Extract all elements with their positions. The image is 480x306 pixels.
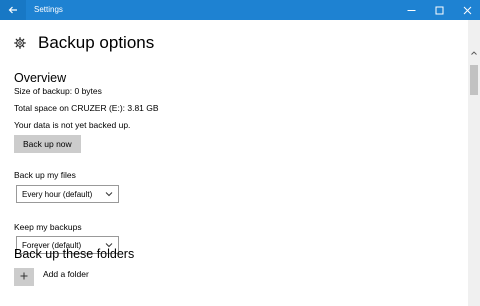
back-up-now-button[interactable]: Back up now <box>14 135 81 153</box>
settings-content: Backup options Overview Size of backup: … <box>0 20 468 306</box>
close-button[interactable] <box>454 0 480 20</box>
close-icon <box>463 6 471 14</box>
minimize-icon <box>407 9 415 11</box>
minimize-button[interactable] <box>398 0 424 20</box>
gear-icon <box>14 37 26 49</box>
page-title: Backup options <box>38 33 155 52</box>
chevron-down-icon <box>105 192 113 197</box>
scroll-up-button[interactable] <box>468 48 480 58</box>
chevron-up-icon <box>471 51 477 55</box>
overview-heading: Overview <box>14 71 67 85</box>
backup-frequency-select[interactable]: Every hour (default) <box>16 185 119 203</box>
backup-status-text: Your data is not yet backed up. <box>14 120 131 130</box>
add-folder-button[interactable] <box>14 268 34 286</box>
vertical-scrollbar[interactable] <box>468 20 480 306</box>
title-bar: Settings <box>0 0 480 20</box>
back-arrow-icon <box>8 6 17 14</box>
backup-frequency-value: Every hour (default) <box>22 189 93 199</box>
total-space-text: Total space on CRUZER (E:): 3.81 GB <box>14 103 159 113</box>
maximize-icon <box>435 6 443 14</box>
maximize-button[interactable] <box>426 0 452 20</box>
add-folder-label: Add a folder <box>43 269 89 279</box>
keep-backups-label: Keep my backups <box>14 222 82 232</box>
back-button[interactable] <box>0 0 26 20</box>
add-folder-row[interactable]: Add a folder <box>14 268 89 286</box>
backup-frequency-label: Back up my files <box>14 170 76 180</box>
page-header: Backup options <box>14 32 154 54</box>
backup-size-text: Size of backup: 0 bytes <box>14 86 102 96</box>
plus-icon <box>20 272 28 280</box>
scrollbar-thumb[interactable] <box>470 65 478 95</box>
window-title: Settings <box>34 5 63 14</box>
backup-folders-heading: Back up these folders <box>14 247 135 261</box>
